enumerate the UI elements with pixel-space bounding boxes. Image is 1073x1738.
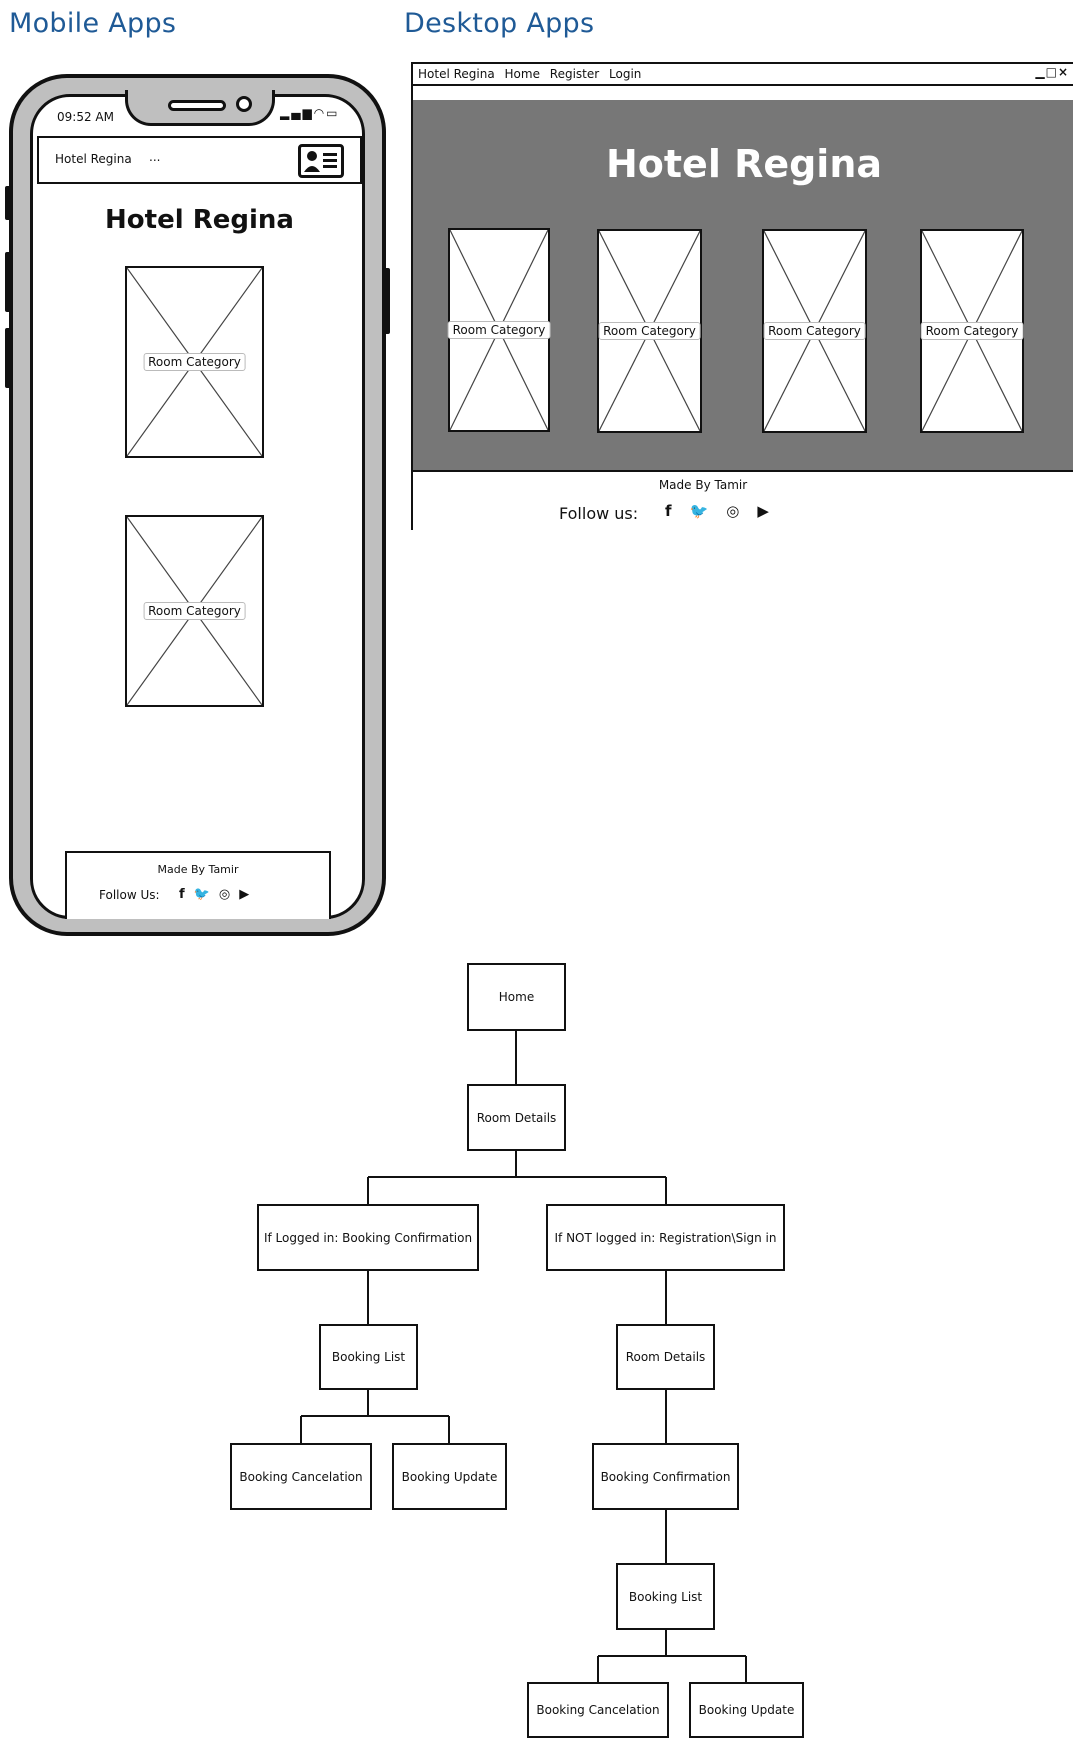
mobile-room-card-1[interactable]: Room Category: [125, 266, 264, 458]
room-category-label: Room Category: [143, 353, 246, 371]
instagram-icon[interactable]: ◎: [219, 887, 239, 902]
desktop-room-card-1[interactable]: Room Category: [447, 228, 551, 432]
window-controls: ▁□×: [1035, 65, 1069, 79]
nav-home-link[interactable]: Home: [505, 67, 540, 81]
wifi-icon: ◠: [313, 106, 327, 120]
follow-us-label: Follow us:: [559, 504, 639, 523]
battery-icon: ▭: [326, 106, 340, 120]
sitemap-logged-in-booking-confirmation: If Logged in: Booking Confirmation: [257, 1204, 479, 1271]
sitemap-home: Home: [467, 963, 566, 1031]
status-time: 09:52 AM: [57, 110, 114, 124]
mobile-navbar: Hotel Regina ...: [37, 136, 362, 184]
maximize-icon[interactable]: □: [1046, 65, 1058, 79]
sitemap-room-details-right: Room Details: [616, 1324, 715, 1390]
nav-login-link[interactable]: Login: [609, 67, 641, 81]
desktop-titlebar: Hotel Regina Home Register Login ▁□×: [413, 64, 1073, 86]
room-category-label: Room Category: [143, 602, 246, 620]
youtube-icon[interactable]: ▶: [757, 502, 787, 520]
instagram-icon[interactable]: ◎: [726, 502, 757, 520]
status-icons: ▂▄▆◠▭: [280, 106, 340, 120]
sitemap-booking-list-right: Booking List: [616, 1563, 715, 1630]
room-category-label: Room Category: [447, 321, 551, 339]
room-category-label: Room Category: [920, 322, 1024, 340]
room-category-label: Room Category: [598, 322, 701, 340]
desktop-nav: Hotel Regina Home Register Login: [418, 67, 647, 81]
room-category-label: Room Category: [763, 322, 866, 340]
mobile-footer: Made By Tamir Follow Us: f🐦◎▶: [65, 851, 331, 919]
follow-us-label: Follow Us:: [99, 888, 160, 902]
social-links: f🐦◎▶: [665, 502, 787, 520]
desktop-room-card-3[interactable]: Room Category: [762, 229, 867, 433]
desktop-room-card-4[interactable]: Room Category: [920, 229, 1024, 433]
sitemap-not-logged-in-registration: If NOT logged in: Registration\Sign in: [546, 1204, 785, 1271]
desktop-apps-title: Desktop Apps: [404, 8, 595, 39]
desktop-window: Hotel Regina Home Register Login ▁□× Hot…: [411, 62, 1073, 530]
social-links: f🐦◎▶: [179, 887, 258, 902]
sitemap-booking-list-left: Booking List: [319, 1324, 418, 1390]
mobile-brand-link[interactable]: Hotel Regina: [55, 152, 132, 166]
youtube-icon[interactable]: ▶: [239, 887, 258, 902]
nav-brand-link[interactable]: Hotel Regina: [418, 67, 495, 81]
made-by-text: Made By Tamir: [157, 863, 239, 876]
minimize-icon[interactable]: ▁: [1035, 65, 1045, 79]
sitemap-booking-update-left: Booking Update: [392, 1443, 507, 1510]
close-icon[interactable]: ×: [1058, 65, 1069, 79]
twitter-icon[interactable]: 🐦: [194, 887, 219, 902]
phone-speaker: [168, 100, 226, 111]
mobile-hero-title: Hotel Regina: [105, 205, 294, 235]
twitter-icon[interactable]: 🐦: [690, 502, 727, 520]
mobile-room-card-2[interactable]: Room Category: [125, 515, 264, 707]
mobile-apps-title: Mobile Apps: [9, 8, 177, 39]
facebook-icon[interactable]: f: [179, 887, 194, 902]
nav-register-link[interactable]: Register: [550, 67, 599, 81]
desktop-room-card-2[interactable]: Room Category: [597, 229, 702, 433]
desktop-footer: Made By Tamir Follow us: f🐦◎▶: [413, 470, 1073, 530]
sitemap-booking-confirmation-right: Booking Confirmation: [592, 1443, 739, 1510]
mobile-nav-ellipsis[interactable]: ...: [149, 150, 160, 164]
sitemap-booking-cancelation-right: Booking Cancelation: [527, 1682, 669, 1738]
sitemap-room-details: Room Details: [467, 1084, 566, 1151]
made-by-text: Made By Tamir: [658, 478, 748, 492]
signal-icon: ▂▄▆: [280, 106, 314, 120]
desktop-hero-title: Hotel Regina: [605, 142, 883, 186]
phone-camera: [236, 96, 252, 112]
sitemap-booking-update-right: Booking Update: [689, 1682, 804, 1738]
facebook-icon[interactable]: f: [665, 502, 690, 520]
sitemap-booking-cancelation-left: Booking Cancelation: [230, 1443, 372, 1510]
contact-card-icon[interactable]: [298, 144, 344, 178]
